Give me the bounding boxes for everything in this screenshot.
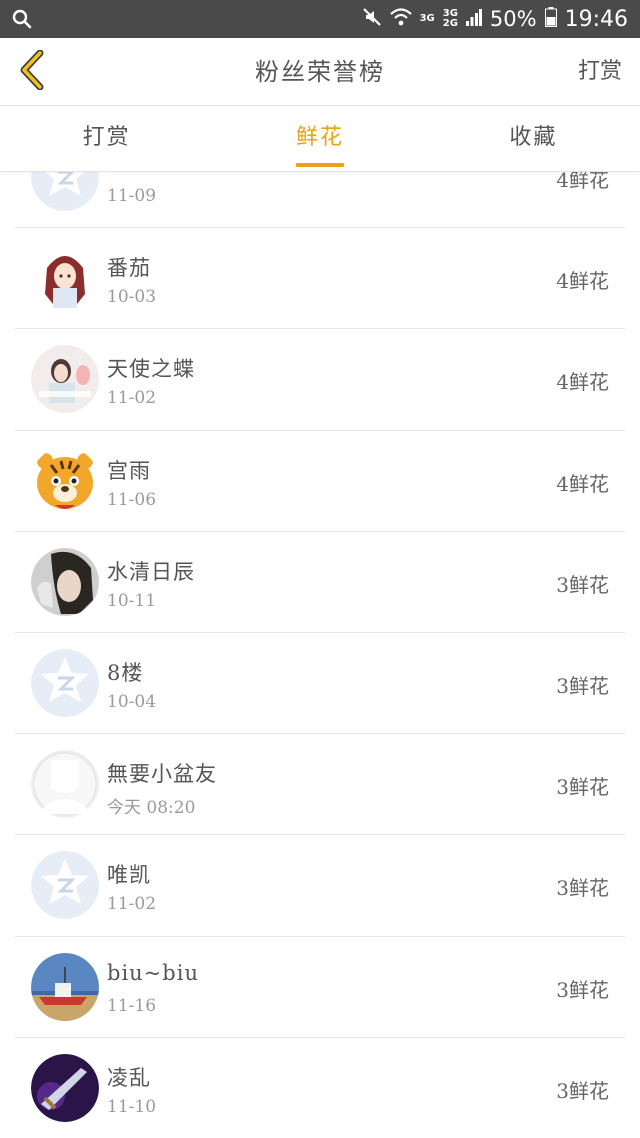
reward-button[interactable]: 打赏 — [578, 38, 622, 106]
network-type-secondary: 3G 2G — [443, 9, 458, 29]
fan-name: 8楼 — [107, 660, 144, 685]
fan-name: 宫雨 — [107, 458, 151, 483]
flower-count: 4鲜花 — [556, 471, 609, 496]
fan-list: 11-09 4鲜花 番茄 10-03 4鲜花 天使之蝶 11-02 4鲜花 宫雨… — [0, 127, 640, 1138]
status-bar: 3G 3G 2G 50% 19:46 — [0, 0, 640, 38]
tab-bar: 打赏 鲜花 收藏 — [0, 106, 640, 172]
battery-percent: 50% — [489, 7, 537, 31]
network-type: 3G — [420, 14, 435, 24]
flower-count: 3鲜花 — [556, 876, 609, 901]
flower-count: 4鲜花 — [556, 370, 609, 395]
tiger-icon — [31, 446, 99, 515]
fan-name: 凌乱 — [107, 1065, 151, 1090]
list-item[interactable]: 天使之蝶 11-02 4鲜花 — [15, 329, 625, 431]
wifi-icon — [389, 7, 412, 31]
fan-date: 10-03 — [107, 287, 157, 308]
boat-icon — [31, 952, 99, 1021]
top-bar: 粉丝荣誉榜 打赏 — [0, 38, 640, 106]
signal-icon — [465, 8, 482, 30]
tab-label: 打赏 — [82, 125, 131, 150]
tab-underline — [295, 163, 344, 167]
fan-date: 11-02 — [107, 894, 157, 915]
fan-date: 10-04 — [107, 691, 157, 712]
fan-name: 唯凯 — [107, 863, 151, 888]
fan-name: 番茄 — [107, 256, 151, 281]
page-title: 粉丝荣誉榜 — [255, 58, 385, 86]
fan-name: 無要小盆友 — [107, 762, 217, 787]
flower-count: 3鲜花 — [556, 673, 609, 698]
list-item[interactable]: 8楼 10-04 3鲜花 — [15, 633, 625, 735]
fan-name: 水清日辰 — [107, 559, 195, 584]
fan-date: 10-11 — [107, 590, 157, 611]
fan-date: 11-02 — [107, 388, 157, 409]
tab-label: 收藏 — [509, 125, 558, 150]
list-item[interactable]: 凌乱 11-10 3鲜花 — [15, 1038, 625, 1138]
list-item[interactable]: 無要小盆友 今天 08:20 3鲜花 — [15, 734, 625, 836]
fan-date: 今天 08:20 — [107, 798, 196, 819]
tab-favorites[interactable]: 收藏 — [427, 106, 640, 171]
photo-collage-icon — [31, 345, 99, 414]
tab-reward[interactable]: 打赏 — [0, 106, 213, 171]
list-item[interactable]: 番茄 10-03 4鲜花 — [15, 228, 625, 330]
list-item[interactable]: 唯凯 11-02 3鲜花 — [15, 835, 625, 937]
fan-name: biu~biu — [107, 960, 199, 985]
fan-date: 11-10 — [107, 1096, 157, 1117]
network-type-2g: 2G — [442, 18, 458, 29]
fan-name: 天使之蝶 — [107, 357, 195, 382]
list-item[interactable]: 水清日辰 10-11 3鲜花 — [15, 532, 625, 633]
flower-count: 3鲜花 — [556, 1078, 609, 1103]
tab-flowers[interactable]: 鲜花 — [213, 106, 426, 171]
fan-date: 11-06 — [107, 489, 157, 510]
qq-default-icon — [31, 648, 99, 717]
flower-count: 3鲜花 — [556, 572, 609, 597]
list-item[interactable]: biu~biu 11-16 3鲜花 — [15, 937, 625, 1038]
tab-label: 鲜花 — [295, 125, 344, 150]
flower-count: 3鲜花 — [556, 775, 609, 800]
portrait-icon — [31, 547, 99, 616]
anime-girl-icon — [31, 244, 99, 313]
search-icon — [12, 9, 32, 33]
battery-icon — [544, 7, 557, 31]
fan-date: 11-16 — [107, 995, 157, 1016]
qq-default-icon — [31, 851, 99, 920]
mute-icon — [362, 7, 382, 31]
list-item[interactable]: 宫雨 11-06 4鲜花 — [15, 431, 625, 532]
flower-count: 3鲜花 — [556, 977, 609, 1002]
silhouette-icon — [31, 750, 99, 819]
network-type-primary: 3G — [419, 13, 435, 24]
clock: 19:46 — [564, 6, 628, 32]
flower-count: 4鲜花 — [556, 269, 609, 294]
fan-date: 11-09 — [107, 186, 157, 206]
sword-icon — [31, 1053, 99, 1122]
